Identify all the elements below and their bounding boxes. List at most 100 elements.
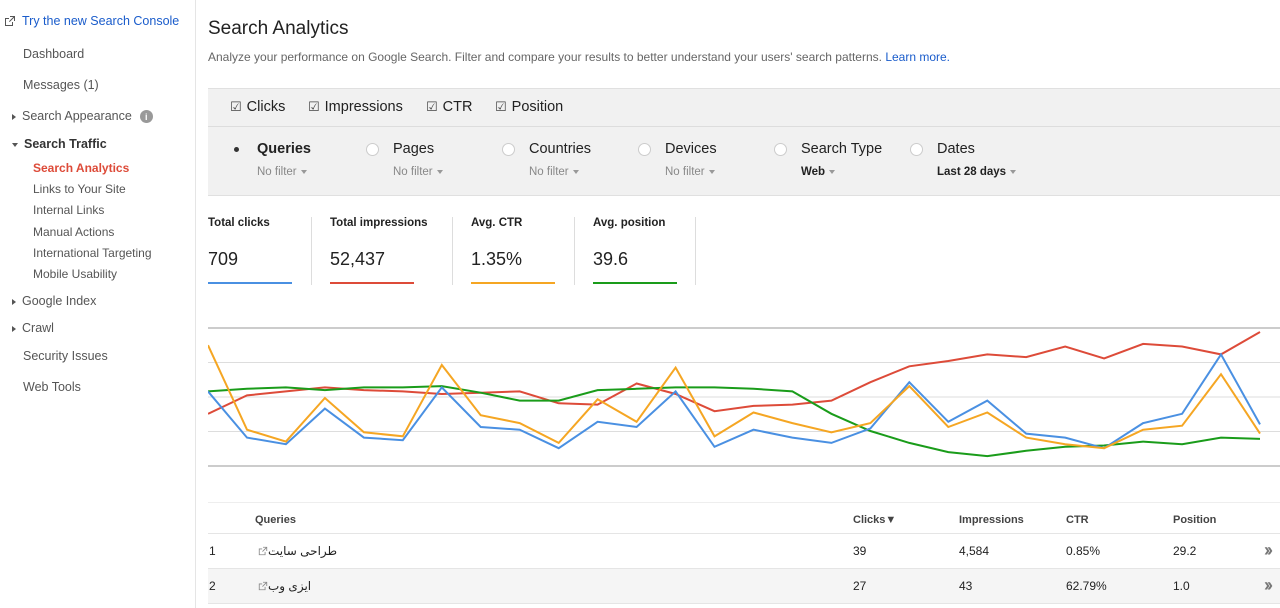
nav-security-issues[interactable]: Security Issues bbox=[23, 349, 108, 363]
nav-links-to-your-site[interactable]: Links to Your Site bbox=[33, 182, 126, 196]
try-new-search-console-link[interactable]: Try the new Search Console bbox=[4, 14, 179, 28]
group-pages[interactable]: Pages No filter bbox=[366, 141, 443, 178]
header-queries[interactable]: Queries bbox=[255, 514, 296, 526]
learn-more-link[interactable]: Learn more. bbox=[885, 50, 950, 64]
header-position[interactable]: Position bbox=[1173, 514, 1216, 526]
nav-search-traffic[interactable]: Search Traffic bbox=[12, 137, 107, 151]
impressions-checkbox[interactable]: ☑ Impressions bbox=[308, 99, 403, 115]
nav-web-tools[interactable]: Web Tools bbox=[23, 380, 81, 394]
nav-manual-actions[interactable]: Manual Actions bbox=[33, 225, 114, 239]
external-link-icon[interactable] bbox=[258, 546, 268, 556]
total-clicks-card[interactable]: Total clicks 709 bbox=[208, 217, 308, 285]
avg-position-card[interactable]: Avg. position 39.6 bbox=[593, 217, 693, 285]
pages-label: Pages bbox=[393, 141, 435, 157]
avg-position-label: Avg. position bbox=[593, 217, 666, 229]
position-checkbox-label: Position bbox=[511, 99, 564, 115]
dropdown-arrow-icon bbox=[708, 169, 715, 174]
checkmark-icon: ☑ bbox=[308, 99, 320, 114]
radio-icon[interactable] bbox=[910, 142, 923, 156]
table-header: Queries Clicks▼ Impressions CTR Position bbox=[208, 502, 1280, 534]
nav-search-appearance[interactable]: Search Appearance i bbox=[12, 109, 153, 124]
radio-icon[interactable] bbox=[774, 142, 787, 156]
search-type-dropdown[interactable]: Web bbox=[801, 166, 836, 178]
group-devices[interactable]: Devices No filter bbox=[638, 141, 717, 178]
total-impressions-label: Total impressions bbox=[330, 217, 428, 229]
caret-down-icon bbox=[12, 142, 18, 147]
group-search-type[interactable]: Search Type Web bbox=[774, 141, 883, 178]
position-checkbox[interactable]: ☑ Position bbox=[495, 99, 563, 115]
query-text: طراحی سایت bbox=[268, 544, 338, 558]
pages-filter-dropdown[interactable]: No filter bbox=[393, 166, 443, 178]
impressions-cell: 43 bbox=[959, 579, 973, 593]
dropdown-arrow-icon bbox=[436, 169, 443, 174]
ctr-checkbox[interactable]: ☑ CTR bbox=[426, 99, 472, 115]
dropdown-arrow-icon bbox=[1010, 169, 1017, 174]
clicks-checkbox[interactable]: ☑ Clicks bbox=[230, 99, 285, 115]
ctr-checkbox-label: CTR bbox=[442, 99, 473, 115]
expand-row-icon[interactable]: ›› bbox=[1264, 540, 1273, 561]
position-cell: 1.0 bbox=[1173, 579, 1190, 593]
radio-icon[interactable] bbox=[502, 142, 515, 156]
header-clicks[interactable]: Clicks▼ bbox=[853, 514, 896, 526]
radio-icon[interactable] bbox=[366, 142, 379, 156]
nav-search-appearance-label: Search Appearance bbox=[22, 109, 132, 123]
countries-filter-value: No filter bbox=[529, 166, 569, 178]
avg-position-value: 39.6 bbox=[593, 249, 629, 269]
avg-ctr-label: Avg. CTR bbox=[471, 217, 523, 229]
search-type-label: Search Type bbox=[801, 141, 883, 157]
group-dates[interactable]: Dates Last 28 days bbox=[910, 141, 1017, 178]
clicks-checkbox-label: Clicks bbox=[246, 99, 286, 115]
avg-ctr-value: 1.35% bbox=[471, 249, 523, 269]
performance-line-chart[interactable] bbox=[208, 320, 1280, 470]
page-description: Analyze your performance on Google Searc… bbox=[208, 50, 950, 64]
dates-label: Dates bbox=[937, 141, 975, 157]
ctr-cell: 0.85% bbox=[1066, 544, 1101, 558]
checkmark-icon: ☑ bbox=[230, 99, 242, 114]
external-link-icon bbox=[5, 16, 15, 26]
dates-dropdown[interactable]: Last 28 days bbox=[937, 166, 1017, 178]
nav-dashboard[interactable]: Dashboard bbox=[23, 47, 84, 61]
impressions-color-bar bbox=[330, 282, 414, 284]
radio-selected-icon[interactable] bbox=[230, 143, 243, 156]
query-cell[interactable]: ایزی وب bbox=[255, 579, 311, 593]
table-row[interactable]: 1 طراحی سایت 39 4,584 0.85% 29.2 ›› bbox=[208, 534, 1280, 569]
queries-filter-dropdown[interactable]: No filter bbox=[257, 166, 307, 178]
nav-crawl[interactable]: Crawl bbox=[12, 321, 54, 335]
info-icon[interactable]: i bbox=[139, 110, 153, 124]
divider bbox=[452, 217, 453, 285]
total-impressions-card[interactable]: Total impressions 52,437 bbox=[330, 217, 450, 285]
nav-messages[interactable]: Messages (1) bbox=[23, 78, 99, 92]
checkmark-icon: ☑ bbox=[426, 99, 438, 114]
query-cell[interactable]: طراحی سایت bbox=[255, 544, 337, 558]
countries-filter-dropdown[interactable]: No filter bbox=[529, 166, 579, 178]
search-type-value: Web bbox=[801, 166, 826, 178]
ctr-cell: 62.79% bbox=[1066, 579, 1107, 593]
row-number: 1 bbox=[209, 544, 216, 558]
dropdown-arrow-icon bbox=[572, 169, 579, 174]
row-number: 2 bbox=[209, 579, 216, 593]
queries-label: Queries bbox=[257, 141, 311, 157]
table-row[interactable]: 2 ایزی وب 27 43 62.79% 1.0 ›› bbox=[208, 569, 1280, 604]
nav-search-analytics[interactable]: Search Analytics bbox=[33, 161, 129, 175]
group-countries[interactable]: Countries No filter bbox=[502, 141, 591, 178]
nav-crawl-label: Crawl bbox=[22, 321, 54, 335]
clicks-cell: 27 bbox=[853, 579, 867, 593]
nav-internal-links[interactable]: Internal Links bbox=[33, 203, 104, 217]
external-link-icon[interactable] bbox=[258, 581, 268, 591]
nav-google-index[interactable]: Google Index bbox=[12, 294, 96, 308]
nav-mobile-usability[interactable]: Mobile Usability bbox=[33, 267, 117, 281]
radio-icon[interactable] bbox=[638, 142, 651, 156]
impressions-checkbox-label: Impressions bbox=[324, 99, 403, 115]
dates-value: Last 28 days bbox=[937, 166, 1007, 178]
nav-international-targeting[interactable]: International Targeting bbox=[33, 246, 152, 260]
try-new-label: Try the new Search Console bbox=[22, 14, 180, 28]
header-impressions[interactable]: Impressions bbox=[959, 514, 1024, 526]
page-title: Search Analytics bbox=[208, 18, 349, 39]
avg-ctr-card[interactable]: Avg. CTR 1.35% bbox=[471, 217, 571, 285]
position-cell: 29.2 bbox=[1173, 544, 1197, 558]
total-clicks-value: 709 bbox=[208, 249, 239, 269]
group-queries[interactable]: Queries No filter bbox=[230, 141, 311, 178]
header-ctr[interactable]: CTR bbox=[1066, 514, 1089, 526]
devices-filter-dropdown[interactable]: No filter bbox=[665, 166, 715, 178]
expand-row-icon[interactable]: ›› bbox=[1264, 575, 1273, 596]
